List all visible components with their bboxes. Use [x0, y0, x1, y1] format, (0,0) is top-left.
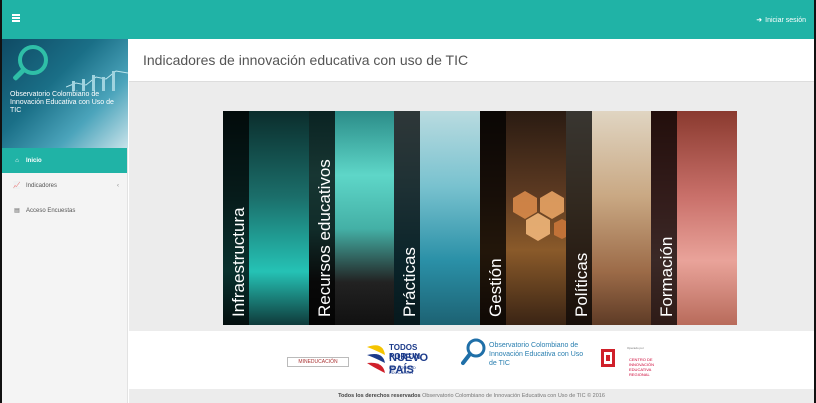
partner-logos: MINEDUCACIÓN TODOS POR UN NUEVO PAÍS PAZ… [129, 331, 814, 389]
chart-icon: 📈 [13, 183, 21, 189]
sidebar-brand[interactable]: Observatorio Colombiano de Innovación Ed… [2, 39, 128, 148]
observatorio-logo: Observatorio Colombiano de Innovación Ed… [461, 337, 591, 373]
observatorio-logo-text: Observatorio Colombiano de Innovación Ed… [489, 342, 584, 367]
panel-label: Formación [657, 236, 677, 317]
sidebar-item-acceso-encuestas[interactable]: ▤ Acceso Encuestas [2, 198, 127, 223]
page-title: Indicadores de innovación educativa con … [129, 39, 814, 82]
mineducacion-logo: MINEDUCACIÓN [287, 357, 349, 367]
ccc-label: CENTRO DE INNOVACIÓN EDUCATIVA REGIONAL [629, 357, 655, 377]
magnifier-handle [12, 67, 26, 82]
sidebar-item-label: Acceso Encuestas [26, 207, 76, 214]
copyright-rest: Observatorio Colombiano de Innovación Ed… [420, 393, 605, 399]
sidebar-item-label: Indicadores [26, 182, 58, 189]
main-content: Indicadores de innovación educativa con … [129, 39, 814, 403]
login-button[interactable]: ➜ Iniciar sesión [756, 16, 806, 25]
ccc-logo-icon [601, 349, 615, 367]
top-bar: ➜ Iniciar sesión [2, 0, 814, 39]
todos-por-un-nuevo-pais-logo: TODOS POR UN NUEVO PAÍS PAZ EQUIDAD EDUC… [363, 341, 433, 377]
sidebar-item-label: Inicio [26, 157, 42, 164]
panel-label: Prácticas [400, 247, 420, 317]
todos-line-3: PAZ EQUIDAD EDUCACIÓN [389, 365, 416, 375]
magnifier-logo-icon [461, 338, 486, 365]
menu-toggle-icon[interactable] [12, 14, 20, 22]
panel-label: Recursos educativos [314, 159, 334, 317]
copyright-bold: Todos los derechos reservados [338, 393, 421, 399]
chart-decoration [66, 70, 128, 91]
panel-practicas[interactable]: Prácticas [394, 111, 481, 325]
login-label: Iniciar sesión [765, 16, 806, 24]
copyright-text: Todos los derechos reservados Observator… [129, 393, 814, 403]
home-icon: ⌂ [15, 157, 19, 164]
panel-label: Políticas [571, 252, 591, 317]
centro-innovacion-logo: Operado por CENTRO DE INNOVACIÓN EDUCATI… [599, 343, 667, 377]
sign-in-icon: ➜ [756, 17, 763, 24]
operated-by-label: Operado por [627, 346, 644, 350]
colombia-flag-icon [367, 345, 385, 373]
panel-label: Infraestructura [229, 207, 248, 317]
panel-formacion[interactable]: Formación [651, 111, 737, 325]
chevron-left-icon: ‹ [117, 182, 119, 189]
panel-recursos-educativos[interactable]: Recursos educativos [308, 111, 395, 325]
document-icon: ▤ [14, 208, 20, 214]
panel-gestion[interactable]: Gestión [480, 111, 566, 325]
panel-infraestructura[interactable]: Infraestructura [223, 111, 309, 325]
sidebar-item-indicadores[interactable]: 📈 Indicadores ‹ [2, 173, 127, 198]
sidebar: Observatorio Colombiano de Innovación Ed… [2, 39, 128, 403]
panel-politicas[interactable]: Políticas [565, 111, 652, 325]
panel-label: Gestión [486, 258, 506, 317]
indicator-categories: Infraestructura Recursos educativos Prác… [223, 111, 737, 325]
brand-title: Observatorio Colombiano de Innovación Ed… [10, 91, 114, 114]
sidebar-item-inicio[interactable]: ⌂ Inicio [2, 148, 127, 173]
page: ➜ Iniciar sesión Observatorio Colombiano… [0, 0, 816, 403]
hexagon-gears-icon [513, 191, 566, 241]
